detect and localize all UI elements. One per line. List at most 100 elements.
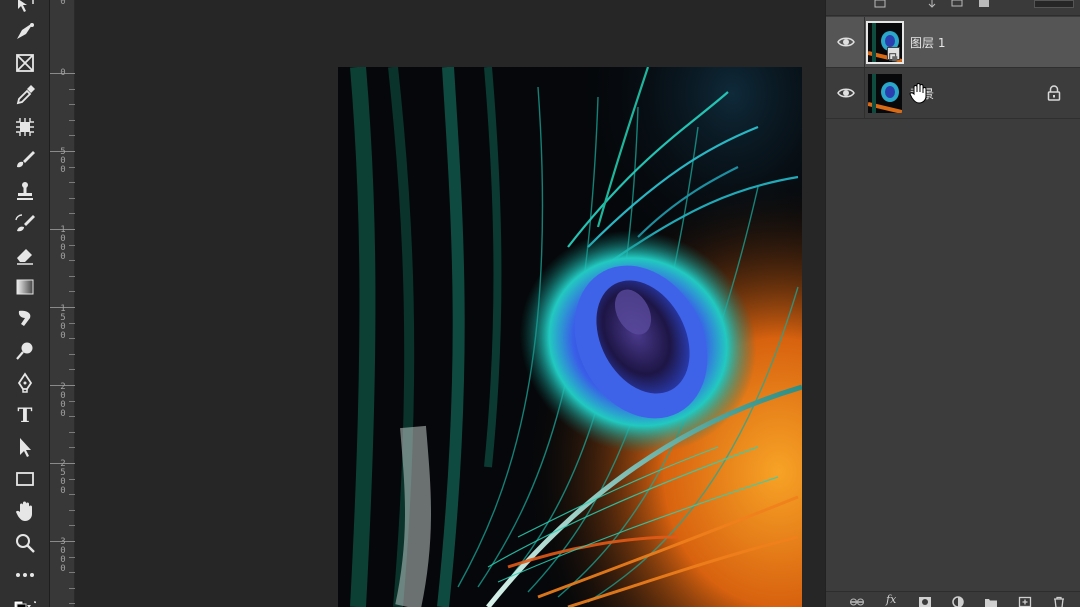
ruler-tick [69, 572, 75, 573]
layers-panel-footer: fx [826, 591, 1080, 607]
gradient-tool[interactable] [9, 273, 41, 301]
more-tools-icon [16, 573, 34, 577]
pen-nib-icon [17, 23, 34, 39]
ruler-tick [69, 354, 75, 355]
ruler-label: 1 0 0 0 [60, 225, 66, 262]
ruler-tick [69, 182, 75, 183]
ruler-tick [69, 603, 75, 604]
smudge-icon [18, 310, 31, 326]
ruler-tick [69, 416, 75, 417]
ruler-tick [69, 338, 75, 339]
fill-field[interactable] [1034, 0, 1074, 8]
layer-row-layer1[interactable]: 图层 1 [826, 17, 1080, 68]
object-select-tool[interactable] [9, 113, 41, 141]
more-tools[interactable] [9, 561, 41, 589]
smart-object-badge-icon [887, 47, 900, 62]
eraser-icon [17, 249, 33, 265]
layer-thumbnail-image [868, 74, 902, 113]
clone-stamp-icon [17, 182, 33, 200]
layer-row-divider [864, 68, 865, 118]
smudge-tool[interactable] [9, 305, 41, 333]
eye-visibility-icon[interactable] [837, 34, 855, 50]
layers-panel-options-bar [826, 0, 1080, 16]
gradient-icon [16, 279, 34, 295]
brush-tool[interactable] [9, 145, 41, 173]
eye-visibility-icon[interactable] [837, 85, 855, 101]
rectangle-tool[interactable] [9, 465, 41, 493]
crop-object-icon [16, 118, 34, 136]
layer-style-fx-button[interactable]: fx [886, 593, 896, 606]
vertical-ruler: 0 0 5 0 0 1 0 0 0 1 5 0 0 2 0 0 0 2 5 0 … [50, 0, 75, 607]
ruler-label: 0 [60, 68, 66, 78]
move-tool-icon [18, 0, 34, 12]
ruler-tick [69, 432, 75, 433]
history-brush-icon [15, 214, 35, 232]
photoshop-window: T 0 0 5 0 0 1 0 0 0 1 5 0 0 2 0 0 0 2 5 … [0, 0, 1080, 607]
ruler-tick [69, 198, 75, 199]
ruler-label: 0 [60, 0, 66, 7]
lock-all-icon[interactable] [978, 0, 990, 8]
lock-position-icon[interactable] [926, 0, 938, 8]
ruler-label: 5 0 0 [60, 147, 66, 175]
peacock-feather-image [338, 67, 802, 607]
ruler-tick [69, 135, 75, 136]
ruler-tick [69, 120, 75, 121]
ruler-tick [69, 447, 75, 448]
adjustment-layer-icon[interactable] [951, 596, 965, 607]
dodge-tool[interactable] [9, 337, 41, 365]
add-mask-icon[interactable] [918, 596, 932, 607]
type-tool-icon: T [17, 403, 33, 427]
hand-tool[interactable] [9, 497, 41, 525]
layer-thumbnail[interactable] [866, 21, 904, 64]
ruler-tick [69, 494, 75, 495]
pen-tool[interactable] [9, 369, 41, 397]
layer-thumbnail[interactable] [868, 74, 902, 113]
new-layer-icon[interactable] [1018, 596, 1032, 607]
ruler-tick [69, 557, 75, 558]
new-group-folder-icon[interactable] [984, 596, 998, 607]
path-selection-icon [20, 438, 31, 457]
lock-pixels-icon[interactable] [874, 0, 886, 8]
ruler-label: 2 5 0 0 [60, 459, 66, 496]
link-layers-icon[interactable] [850, 596, 864, 607]
ruler-tick [69, 323, 75, 324]
eraser-tool[interactable] [9, 241, 41, 269]
hand-cursor-icon [909, 83, 927, 104]
document-canvas[interactable] [338, 67, 802, 607]
layers-panel: 图层 1 背景 fx [825, 0, 1080, 607]
layer-row-background[interactable]: 背景 [826, 68, 1080, 119]
ruler-tick [69, 245, 75, 246]
hand-tool-icon [16, 501, 32, 521]
canvas-workspace[interactable] [76, 0, 825, 607]
ruler-tick [69, 260, 75, 261]
clone-stamp-tool[interactable] [9, 177, 41, 205]
history-brush-tool[interactable] [9, 209, 41, 237]
lock-artboard-icon[interactable] [950, 0, 964, 8]
pen-nib-tool[interactable] [9, 17, 41, 45]
ruler-tick [69, 369, 75, 370]
ruler-tick [69, 276, 75, 277]
zoom-tool[interactable] [9, 529, 41, 557]
type-tool[interactable]: T [9, 401, 41, 429]
ruler-tick [69, 525, 75, 526]
pen-tool-icon [17, 372, 33, 393]
ruler-tick [69, 588, 75, 589]
eyedropper-tool[interactable] [9, 81, 41, 109]
ruler-tick [69, 167, 75, 168]
ruler-tick [69, 89, 75, 90]
layer-row-divider [864, 17, 865, 67]
lock-icon[interactable] [1047, 85, 1061, 101]
tools-panel: T [0, 0, 50, 607]
ruler-tick [69, 401, 75, 402]
ruler-tick [69, 291, 75, 292]
frame-tool[interactable] [9, 49, 41, 77]
brush-icon [17, 151, 35, 168]
color-swatches[interactable] [9, 590, 41, 607]
ruler-label: 1 5 0 0 [60, 304, 66, 341]
path-selection-tool[interactable] [9, 433, 41, 461]
swap-colors-icon [14, 600, 36, 607]
layer-name[interactable]: 图层 1 [910, 34, 945, 51]
eyedropper-icon [16, 85, 35, 105]
delete-layer-trash-icon[interactable] [1052, 596, 1066, 607]
dodge-icon [16, 342, 33, 360]
